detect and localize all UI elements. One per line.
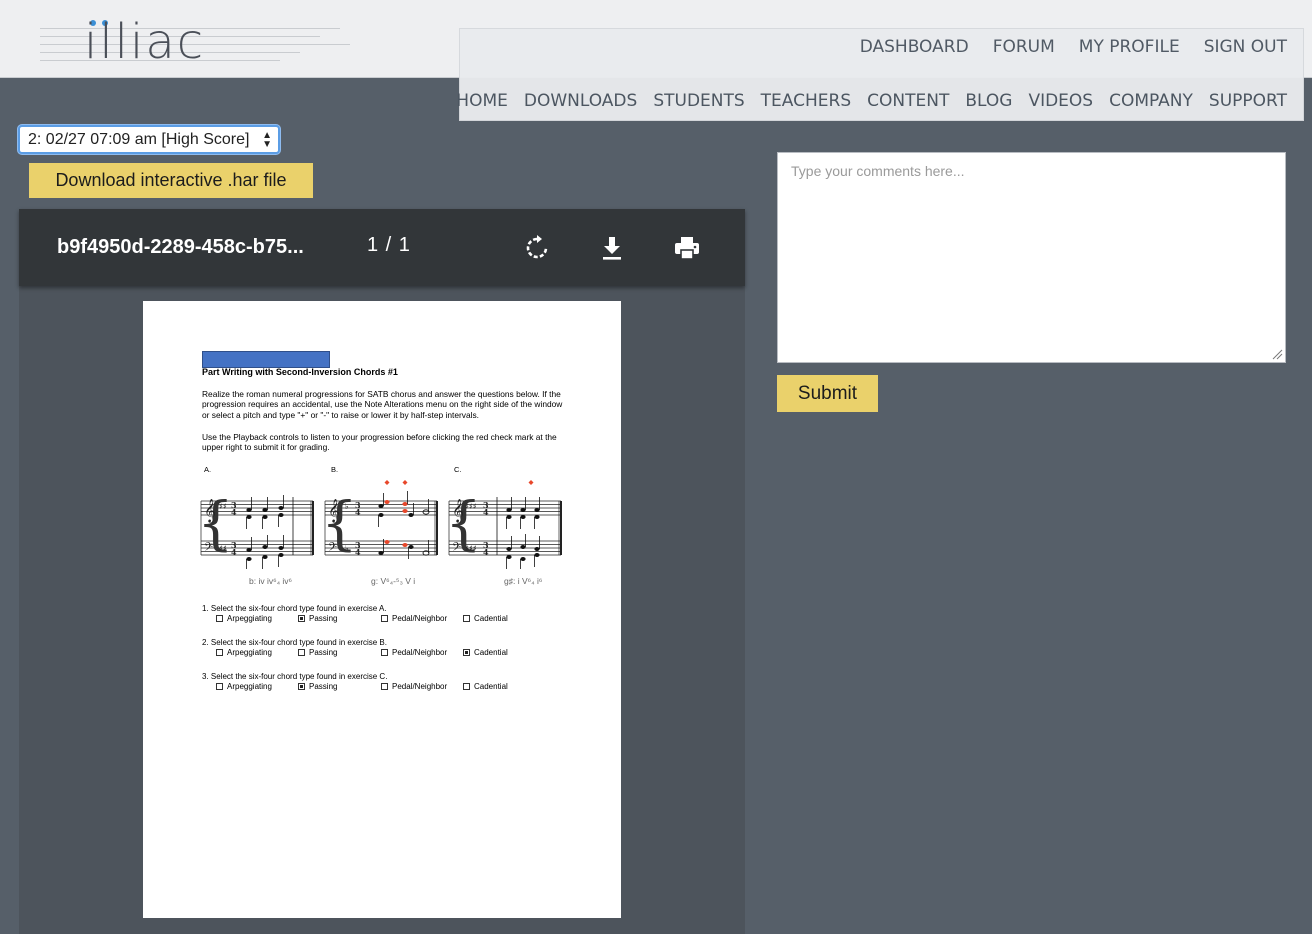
checkbox-icon [381,683,388,690]
svg-text:4: 4 [231,507,237,517]
pdf-file-title: b9f4950d-2289-458c-b75... [57,236,304,258]
account-nav: DASHBOARD FORUM MY PROFILE SIGN OUT [860,37,1287,57]
logo-text: illiac [84,14,206,70]
rotate-icon[interactable] [522,233,552,263]
illiac-logo[interactable]: illiac [40,6,360,72]
pdf-toolbar: b9f4950d-2289-458c-b75... 1 / 1 [19,209,745,286]
download-har-button[interactable]: Download interactive .har file [29,163,313,198]
nav-students[interactable]: STUDENTS [653,91,744,111]
svg-text:𝄞: 𝄞 [328,498,340,523]
nav-my-profile[interactable]: MY PROFILE [1079,37,1180,57]
svg-text:♭: ♭ [345,544,349,553]
svg-text:4: 4 [231,547,237,557]
checkbox-checked-icon [463,649,470,656]
q1-option-pedal-neighbor[interactable]: Pedal/Neighbor [381,614,447,623]
checkbox-icon [216,615,223,622]
svg-text:4: 4 [483,547,489,557]
main-nav: HOME DOWNLOADS STUDENTS TEACHERS CONTENT… [456,91,1287,111]
nav-content[interactable]: CONTENT [867,91,949,111]
nav-blog[interactable]: BLOG [965,91,1012,111]
q2-option-cadential[interactable]: Cadential [463,648,508,657]
pdf-page-indicator: 1 / 1 [367,234,411,256]
checkbox-icon [381,615,388,622]
checkbox-icon [298,649,305,656]
svg-text:4: 4 [355,547,361,557]
nav-dashboard[interactable]: DASHBOARD [860,37,969,57]
document-title: Part Writing with Second-Inversion Chord… [202,367,398,377]
svg-text:𝄢: 𝄢 [452,541,461,557]
svg-text:♯♯♯: ♯♯♯ [465,502,477,511]
q1-option-arpeggiating[interactable]: Arpeggiating [216,614,272,623]
exercise-label-a: A. [204,465,212,474]
comments-textarea[interactable] [777,152,1286,363]
q3-option-pedal-neighbor[interactable]: Pedal/Neighbor [381,682,447,691]
svg-text:4: 4 [355,507,361,517]
nav-sign-out[interactable]: SIGN OUT [1204,37,1287,57]
svg-text:𝄢: 𝄢 [328,541,337,557]
checkbox-icon [463,683,470,690]
nav-support[interactable]: SUPPORT [1209,91,1287,111]
redacted-name-box [202,351,330,368]
q2-option-passing[interactable]: Passing [298,648,337,657]
attempt-select[interactable]: 2: 02/27 07:09 am [High Score] ▲ ▼ [18,125,280,154]
nav-videos[interactable]: VIDEOS [1028,91,1093,111]
select-arrows-icon: ▲ ▼ [262,130,272,150]
print-icon[interactable] [672,233,702,263]
checkbox-checked-icon [298,615,305,622]
resize-grip-icon[interactable] [1271,348,1283,360]
nav-forum[interactable]: FORUM [993,37,1055,57]
attempt-select-value: 2: 02/27 07:09 am [High Score] [28,130,250,148]
download-icon[interactable] [597,233,627,263]
q1-option-passing[interactable]: Passing [298,614,337,623]
nav-teachers[interactable]: TEACHERS [761,91,851,111]
checkbox-icon [463,615,470,622]
q3-option-passing[interactable]: Passing [298,682,337,691]
nav-downloads[interactable]: DOWNLOADS [524,91,637,111]
svg-text:𝄞: 𝄞 [204,498,216,523]
q2-option-arpeggiating[interactable]: Arpeggiating [216,648,272,657]
submit-button[interactable]: Submit [777,375,878,412]
question-1: 1. Select the six-four chord type found … [202,604,387,613]
checkbox-checked-icon [298,683,305,690]
pdf-viewer: b9f4950d-2289-458c-b75... 1 / 1 Part Wri… [19,209,745,934]
svg-text:♯♯: ♯♯ [219,544,227,553]
svg-text:♭: ♭ [345,502,349,511]
svg-text:4: 4 [483,507,489,517]
nav-company[interactable]: COMPANY [1109,91,1193,111]
exercise-label-b: B. [331,465,339,474]
nav-home[interactable]: HOME [456,91,508,111]
roman-numerals-c: g♯: i V⁶₄ i⁶ [504,576,543,586]
nav-panel: DASHBOARD FORUM MY PROFILE SIGN OUT HOME… [456,28,1304,121]
roman-numerals-b: g: V⁶₄-⁵₃ V i [371,576,416,586]
q1-option-cadential[interactable]: Cadential [463,614,508,623]
checkbox-icon [381,649,388,656]
roman-numerals-a: b: iv iv⁶₄ iv⁶ [249,576,293,586]
svg-text:𝄢: 𝄢 [204,541,213,557]
pdf-page: Part Writing with Second-Inversion Chord… [143,301,621,918]
q2-option-pedal-neighbor[interactable]: Pedal/Neighbor [381,648,447,657]
q3-option-arpeggiating[interactable]: Arpeggiating [216,682,272,691]
svg-text:♯♯: ♯♯ [219,502,227,511]
svg-text:♯♯♯: ♯♯♯ [465,544,477,553]
checkbox-icon [216,649,223,656]
exercise-label-c: C. [454,465,462,474]
q3-option-cadential[interactable]: Cadential [463,682,508,691]
music-score-image: { { { 𝄞𝄢 𝄞𝄢 𝄞𝄢 ♯♯♯♯ ♭♭ ♯♯♯♯♯♯ 34 34 34 3… [197,480,562,569]
instructions-paragraph: Realize the roman numeral progressions f… [202,389,563,420]
question-2: 2. Select the six-four chord type found … [202,638,387,647]
question-3: 3. Select the six-four chord type found … [202,672,388,681]
playback-paragraph: Use the Playback controls to listen to y… [202,432,557,453]
svg-text:𝄞: 𝄞 [452,498,464,523]
checkbox-icon [216,683,223,690]
